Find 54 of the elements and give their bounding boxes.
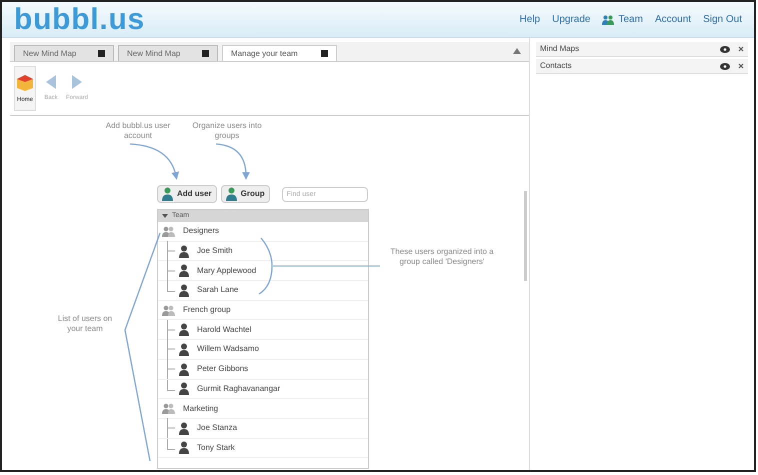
group-icon xyxy=(162,304,175,316)
group-icon xyxy=(162,403,175,414)
person-icon xyxy=(179,342,189,356)
user-row[interactable]: Tony Stark xyxy=(158,438,368,458)
user-row[interactable]: Harold Wachtel xyxy=(158,320,368,340)
group-row[interactable]: Marketing xyxy=(158,399,368,419)
leader-arrow xyxy=(216,143,250,180)
person-icon xyxy=(179,382,189,396)
user-row[interactable]: Gurmit Raghavanangar xyxy=(158,380,368,400)
tab[interactable]: New Mind Map xyxy=(118,45,218,61)
person-icon xyxy=(179,323,189,336)
person-icon xyxy=(226,187,237,201)
team-link[interactable]: Team xyxy=(602,12,643,27)
back-arrow-icon xyxy=(45,74,57,90)
logo: bubbl.us xyxy=(14,4,145,34)
person-icon xyxy=(179,362,189,376)
tab[interactable]: New Mind Map xyxy=(14,45,114,61)
side-panel-header[interactable]: Contacts xyxy=(536,59,748,74)
annotation-text: Organize users into groups xyxy=(192,121,262,141)
group-button[interactable]: Group xyxy=(220,185,270,203)
person-icon xyxy=(179,284,189,297)
user-row[interactable]: Joe Smith xyxy=(158,242,368,262)
person-icon xyxy=(179,422,189,435)
user-row[interactable]: Willem Wadsamo xyxy=(158,340,368,360)
user-row[interactable]: Joe Stanza xyxy=(158,418,368,439)
collapse-icon[interactable] xyxy=(513,48,521,54)
add-user-button[interactable]: Add user xyxy=(157,185,217,203)
header-link[interactable]: Upgrade xyxy=(552,12,590,27)
header-link[interactable]: Help xyxy=(520,12,540,27)
side-panel-header[interactable]: Mind Maps xyxy=(536,42,748,57)
annotation-text: List of users on your team xyxy=(56,314,114,334)
annotation-text: Add bubbl.us user account xyxy=(104,121,172,141)
people-icon xyxy=(602,14,614,24)
eye-icon[interactable] xyxy=(720,46,730,52)
person-icon xyxy=(179,244,189,258)
person-icon xyxy=(179,441,189,454)
annotation-text: These users organized into a group called 'Designers' xyxy=(389,247,495,267)
group-row[interactable]: French group xyxy=(158,300,368,320)
group-icon xyxy=(162,226,175,237)
forward-arrow-icon xyxy=(71,74,83,90)
person-icon xyxy=(162,187,173,201)
brace-line xyxy=(258,238,273,295)
leader-arrow xyxy=(130,143,179,180)
caret-icon xyxy=(162,214,168,218)
user-row[interactable]: Peter Gibbons xyxy=(158,360,368,380)
person-icon xyxy=(179,264,189,278)
user-row[interactable]: Mary Applewood xyxy=(158,261,368,282)
header-link[interactable]: Account xyxy=(654,12,692,27)
tab[interactable]: Manage your team xyxy=(222,45,337,61)
group-row[interactable]: Designers xyxy=(158,222,368,242)
user-row[interactable]: Sarah Lane xyxy=(158,281,368,301)
eye-icon[interactable] xyxy=(720,62,730,70)
header-link[interactable]: Sign Out xyxy=(703,12,742,27)
box-icon xyxy=(15,72,35,92)
